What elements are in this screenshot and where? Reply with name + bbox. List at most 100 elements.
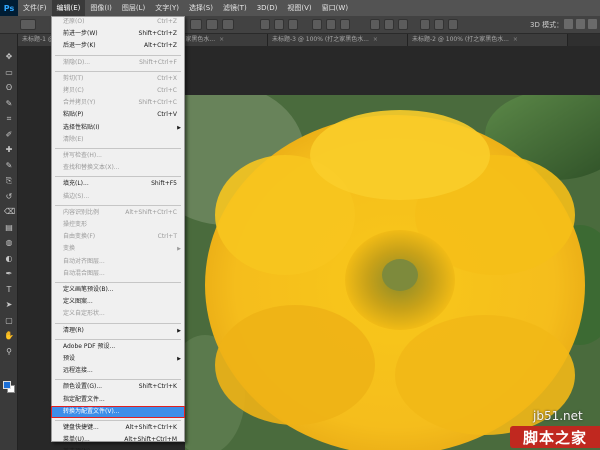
edit-menu-item[interactable]: 菜单(U)... Alt+Shift+Ctrl+M — [52, 435, 184, 445]
menu-item-label: 键盘快捷键... — [63, 424, 99, 431]
edit-menu-item[interactable]: 转换为配置文件(V)... — [51, 405, 185, 418]
menu-0[interactable]: 文件(F) — [18, 0, 52, 16]
menu-item-label: 自动混合图层... — [63, 269, 105, 277]
menu-separator — [55, 54, 181, 56]
edit-menu-item: 操控变形 — [52, 220, 184, 230]
edit-menu-item[interactable]: 定义图案... — [52, 297, 184, 307]
edit-menu-item[interactable]: 预设 ▶ — [52, 354, 184, 364]
quick-select-tool-icon[interactable]: ✎ — [4, 99, 14, 108]
option-button[interactable] — [190, 19, 202, 30]
watermark-brand-logo: 脚本之家 — [510, 426, 600, 448]
align-button[interactable] — [326, 19, 336, 30]
align-button[interactable] — [260, 19, 270, 30]
3d-pan-icon[interactable] — [588, 19, 597, 29]
menu-item-label: 拼写检查(H)... — [63, 152, 102, 159]
blur-tool-icon[interactable]: ◍ — [4, 238, 14, 247]
gradient-tool-icon[interactable]: ▤ — [4, 223, 14, 232]
menu-item-label: 定义画笔预设(B)... — [63, 286, 114, 293]
menu-item-label: 后退一步(K) — [63, 42, 96, 50]
move-tool-icon[interactable]: ✥ — [4, 52, 14, 61]
yellow-flower-image — [185, 95, 600, 450]
menu-7[interactable]: 3D(D) — [252, 0, 283, 16]
menu-separator — [55, 282, 181, 283]
edit-menu-item: 内容识别比例 Alt+Shift+Ctrl+C — [52, 208, 184, 218]
document-tab[interactable]: 未标题-2 @ 100% (打之家黑色水... × — [408, 34, 568, 46]
menu-item-shortcut: Shift+Ctrl+Z — [138, 30, 177, 38]
menu-9[interactable]: 窗口(W) — [317, 0, 353, 16]
menu-item-shortcut: Ctrl+C — [157, 87, 177, 94]
3d-roll-icon[interactable] — [576, 19, 585, 29]
align-button[interactable] — [288, 19, 298, 30]
edit-menu-dropdown: 还原(O) Ctrl+Z 前进一步(W) Shift+Ctrl+Z 后退一步(K) Alt… — [51, 16, 185, 450]
edit-menu-item[interactable]: 粘贴(P) Ctrl+V — [52, 110, 184, 120]
menu-5[interactable]: 选择(S) — [184, 0, 218, 16]
edit-menu-item: 剪切(T) Ctrl+X — [52, 74, 184, 84]
type-tool-icon[interactable]: T — [4, 285, 14, 294]
align-button[interactable] — [340, 19, 350, 30]
marquee-tool-icon[interactable]: ▭ — [4, 68, 14, 77]
clone-stamp-icon[interactable]: ⎘ — [4, 176, 14, 185]
option-button[interactable] — [206, 19, 218, 30]
close-icon[interactable]: × — [513, 34, 518, 46]
watermark-site: jb51.net — [533, 409, 583, 423]
menu-item-shortcut: Ctrl+T — [157, 233, 177, 241]
eyedropper-tool-icon[interactable]: ✐ — [4, 130, 14, 139]
close-icon[interactable]: × — [373, 34, 378, 46]
menu-item-label: 颜色设置(G)... — [63, 383, 103, 391]
close-icon[interactable]: × — [219, 34, 224, 46]
menu-3[interactable]: 图层(L) — [117, 0, 150, 16]
align-button[interactable] — [274, 19, 284, 30]
eraser-tool-icon[interactable]: ⌫ — [4, 207, 15, 216]
edit-menu-item[interactable]: 定义画笔预设(B)... — [52, 285, 184, 295]
hand-tool-icon[interactable]: ✋ — [4, 331, 14, 340]
distribute-button[interactable] — [420, 19, 430, 30]
menu-item-label: 定义图案... — [63, 298, 93, 306]
menu-item-label: 变换 — [63, 245, 76, 253]
lasso-tool-icon[interactable]: ʘ — [4, 83, 14, 92]
edit-menu-item[interactable]: 颜色设置(G)... Shift+Ctrl+K — [52, 382, 184, 392]
edit-menu-item: 定义自定形状... — [52, 309, 184, 319]
option-button[interactable] — [222, 19, 234, 30]
distribute-button[interactable] — [448, 19, 458, 30]
crop-tool-icon[interactable]: ⌗ — [4, 114, 14, 123]
document-canvas-photo[interactable] — [185, 95, 600, 450]
edit-menu-item[interactable]: 选择性粘贴(I) ▶ — [52, 123, 184, 133]
tool-preset-button[interactable] — [20, 19, 36, 30]
distribute-button[interactable] — [398, 19, 408, 30]
edit-menu-item[interactable]: 前进一步(W) Shift+Ctrl+Z — [52, 29, 184, 39]
menu-item-shortcut: Ctrl+Z — [157, 18, 177, 25]
menu-4[interactable]: 文字(Y) — [150, 0, 184, 16]
edit-menu-item[interactable]: 清理(R) ▶ — [52, 326, 184, 336]
foreground-color-swatch[interactable] — [3, 381, 11, 389]
brush-tool-icon[interactable]: ✎ — [4, 161, 14, 170]
healing-brush-icon[interactable]: ✚ — [4, 145, 14, 154]
edit-menu-item[interactable]: Adobe PDF 预设... — [52, 342, 184, 352]
menu-2[interactable]: 图像(I) — [85, 0, 117, 16]
document-tab[interactable]: 未标题-3 @ 100% (打之家黑色水... × — [268, 34, 408, 46]
dodge-tool-icon[interactable]: ◐ — [4, 254, 14, 263]
menu-item-shortcut: Shift+Ctrl+K — [138, 383, 177, 391]
distribute-button[interactable] — [384, 19, 394, 30]
menu-item-label: 转换为配置文件(V)... — [63, 407, 120, 415]
edit-menu-item[interactable]: 键盘快捷键... Alt+Shift+Ctrl+K — [52, 423, 184, 433]
edit-menu-item[interactable]: 指定配置文件... — [52, 395, 184, 405]
menu-8[interactable]: 视图(V) — [282, 0, 316, 16]
edit-menu-item[interactable]: 后退一步(K) Alt+Ctrl+Z — [52, 41, 184, 51]
history-brush-icon[interactable]: ↺ — [4, 192, 14, 201]
menu-item-label: 远程连接... — [63, 367, 93, 375]
menu-item-shortcut: Alt+Shift+Ctrl+M — [124, 436, 177, 444]
3d-rotate-icon[interactable] — [564, 19, 573, 29]
distribute-button[interactable] — [370, 19, 380, 30]
zoom-tool-icon[interactable]: ⚲ — [4, 347, 14, 356]
edit-menu-item[interactable]: 填充(L)... Shift+F5 — [52, 179, 184, 189]
edit-menu-item: 变换 ▶ — [52, 244, 184, 254]
shape-tool-icon[interactable]: ▢ — [4, 316, 14, 325]
edit-menu-item[interactable]: 远程连接... — [52, 366, 184, 376]
menu-1[interactable]: 编辑(E) — [51, 0, 86, 16]
path-select-icon[interactable]: ➤ — [4, 300, 14, 309]
distribute-button[interactable] — [434, 19, 444, 30]
menu-6[interactable]: 滤镜(T) — [218, 0, 252, 16]
menu-item-label: 渐隐(D)... — [63, 58, 91, 66]
pen-tool-icon[interactable]: ✒ — [4, 269, 14, 278]
align-button[interactable] — [312, 19, 322, 30]
